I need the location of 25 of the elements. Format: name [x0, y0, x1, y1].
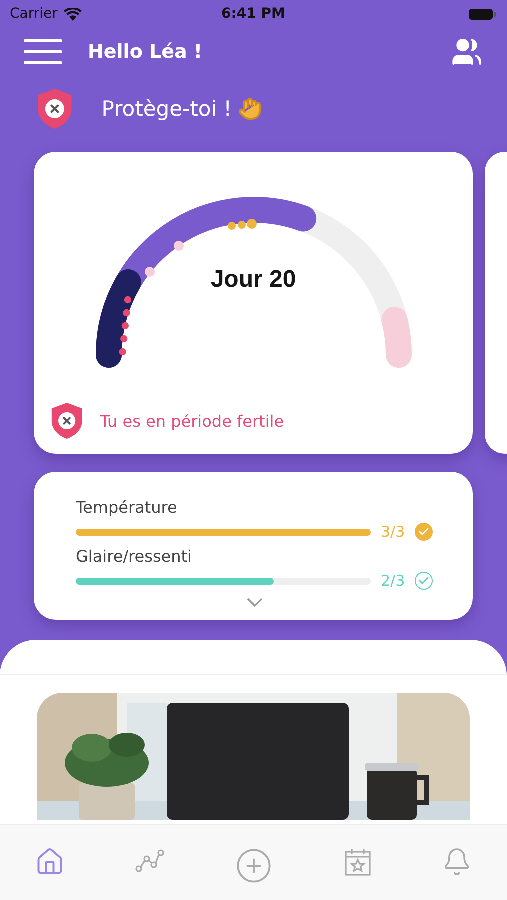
shield-icon: [36, 88, 74, 130]
metric-reading: 3/3: [381, 523, 406, 541]
metric-label: Température: [76, 498, 178, 517]
check-icon: [415, 572, 433, 590]
add-icon: [235, 847, 274, 885]
line-chart-icon: [135, 847, 166, 875]
status-time: 6:41 PM: [222, 6, 286, 22]
users-button[interactable]: [451, 36, 483, 68]
battery-icon: [469, 8, 497, 20]
check-icon: [415, 523, 433, 541]
wifi-icon: [64, 8, 82, 20]
cycle-card[interactable]: Jour 20 Tu es en période fertile: [34, 152, 473, 454]
calendar-star-icon: [344, 847, 372, 877]
hand-icon: [238, 97, 262, 121]
menu-button[interactable]: [24, 38, 62, 66]
alert-title: Protège-toi !: [102, 97, 232, 121]
fertility-status: Tu es en période fertile: [100, 412, 284, 430]
carrier-label: Carrier: [10, 6, 58, 22]
cycle-day-label: Jour 20: [210, 266, 298, 294]
chevron-down-icon[interactable]: [246, 598, 262, 608]
home-icon: [35, 847, 66, 877]
shield-icon: [50, 402, 84, 440]
greeting-title: Hello Léa !: [88, 41, 204, 63]
metric-label: Glaire/ressenti: [76, 547, 193, 566]
metric-reading: 2/3: [381, 572, 406, 590]
